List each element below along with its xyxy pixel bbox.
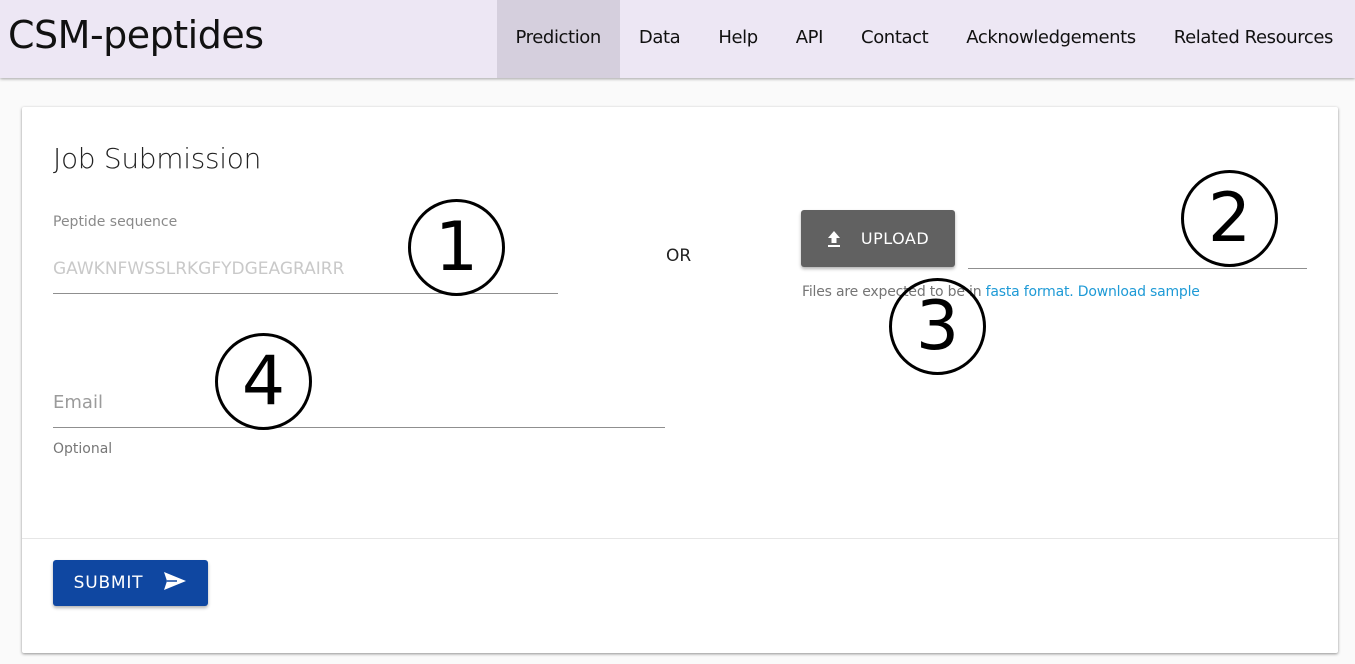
or-label: OR	[666, 246, 692, 266]
navbar: CSM-peptides Prediction Data Help API Co…	[0, 0, 1355, 78]
card-divider	[22, 538, 1338, 539]
annotation-marker-2: 2	[1181, 170, 1278, 267]
nav-item-acknowledgements[interactable]: Acknowledgements	[947, 0, 1155, 78]
upload-button-label: UPLOAD	[860, 229, 930, 248]
send-icon	[163, 571, 187, 596]
page-title: Job Submission	[53, 142, 262, 175]
email-input[interactable]	[53, 377, 665, 428]
submit-button[interactable]: SUBMIT	[53, 560, 208, 606]
file-name-field[interactable]	[968, 268, 1307, 269]
download-sample-link[interactable]: Download sample	[1078, 284, 1200, 300]
nav-item-prediction[interactable]: Prediction	[496, 0, 620, 78]
nav-item-contact[interactable]: Contact	[842, 0, 947, 78]
fasta-format-link[interactable]: fasta format.	[986, 284, 1074, 300]
brand-logo[interactable]: CSM-peptides	[8, 13, 264, 57]
nav-item-data[interactable]: Data	[620, 0, 699, 78]
nav-item-help[interactable]: Help	[699, 0, 776, 78]
submit-button-label: SUBMIT	[73, 573, 144, 593]
sequence-label: Peptide sequence	[53, 214, 178, 230]
nav-item-api[interactable]: API	[777, 0, 842, 78]
annotation-marker-3: 3	[889, 278, 986, 375]
file-format-hint: Files are expected to be in fasta format…	[802, 284, 1200, 300]
annotation-marker-4: 4	[215, 333, 312, 430]
annotation-marker-1: 1	[408, 199, 505, 296]
nav-item-related-resources[interactable]: Related Resources	[1155, 0, 1355, 78]
main-nav: Prediction Data Help API Contact Acknowl…	[496, 0, 1355, 78]
upload-icon	[827, 230, 841, 248]
upload-button[interactable]: UPLOAD	[801, 210, 955, 267]
email-helper-text: Optional	[53, 441, 113, 457]
